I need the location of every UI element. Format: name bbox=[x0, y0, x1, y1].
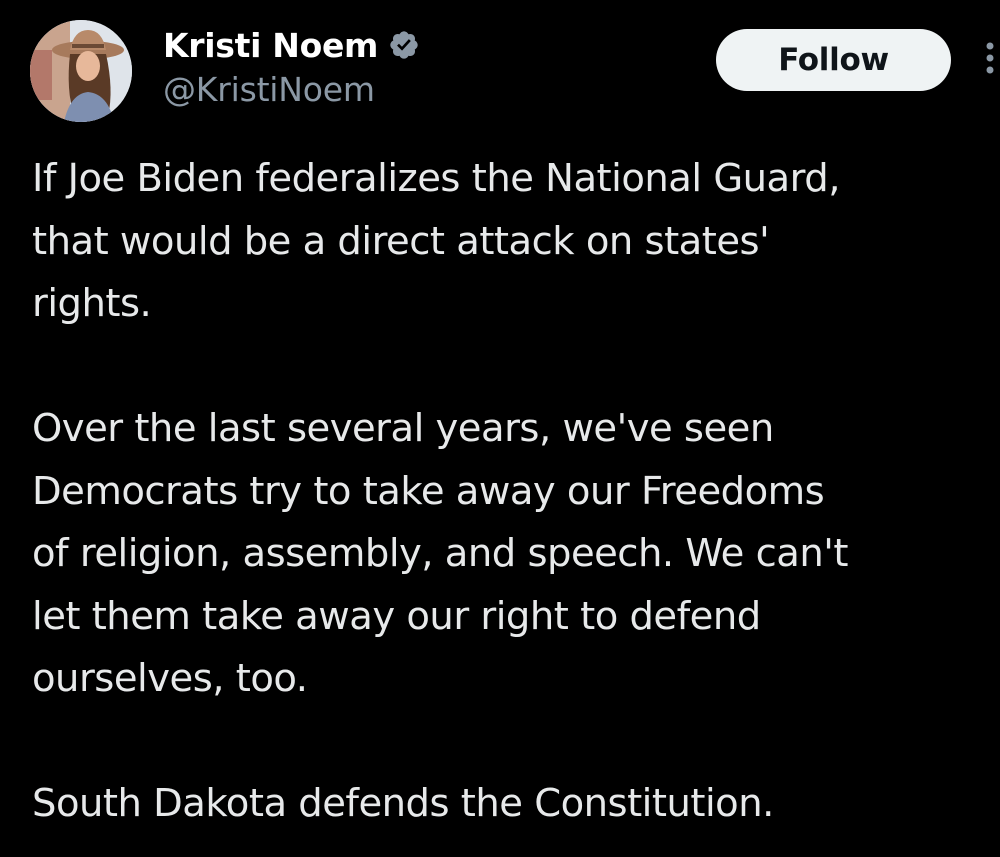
author-display-name[interactable]: Kristi Noem bbox=[163, 26, 378, 65]
tweet-text-line: of religion, assembly, and speech. We ca… bbox=[32, 531, 848, 576]
tweet-paragraph: South Dakota defends the Constitution. bbox=[32, 773, 992, 836]
tweet-paragraph: Over the last several years, we've seen … bbox=[32, 398, 992, 711]
tweet-text-line: let them take away our right to defend bbox=[32, 593, 761, 639]
author-handle[interactable]: @KristiNoem bbox=[163, 70, 375, 109]
follow-button[interactable]: Follow bbox=[716, 29, 951, 91]
more-options-icon[interactable] bbox=[983, 40, 997, 80]
avatar[interactable] bbox=[30, 20, 132, 122]
tweet: Kristi Noem @KristiNoem Follow If Joe Bi… bbox=[0, 0, 1000, 857]
verified-badge-icon[interactable] bbox=[388, 29, 420, 61]
tweet-text-line: If Joe Biden federalizes the National Gu… bbox=[32, 156, 840, 201]
tweet-text-line: that would be a direct attack on states' bbox=[32, 218, 770, 264]
tweet-text-line: Over the last several years, we've seen bbox=[32, 406, 774, 451]
tweet-text: If Joe Biden federalizes the National Gu… bbox=[32, 148, 992, 836]
avatar-image bbox=[30, 20, 132, 122]
tweet-paragraph: If Joe Biden federalizes the National Gu… bbox=[32, 148, 992, 336]
tweet-text-line: Democrats try to take away our Freedoms bbox=[32, 468, 825, 514]
tweet-text-line: South Dakota defends the Constitution. bbox=[32, 781, 774, 826]
tweet-text-line: ourselves, too. bbox=[32, 656, 308, 701]
tweet-text-line: rights. bbox=[32, 281, 152, 326]
author-name-row: Kristi Noem bbox=[163, 20, 420, 70]
